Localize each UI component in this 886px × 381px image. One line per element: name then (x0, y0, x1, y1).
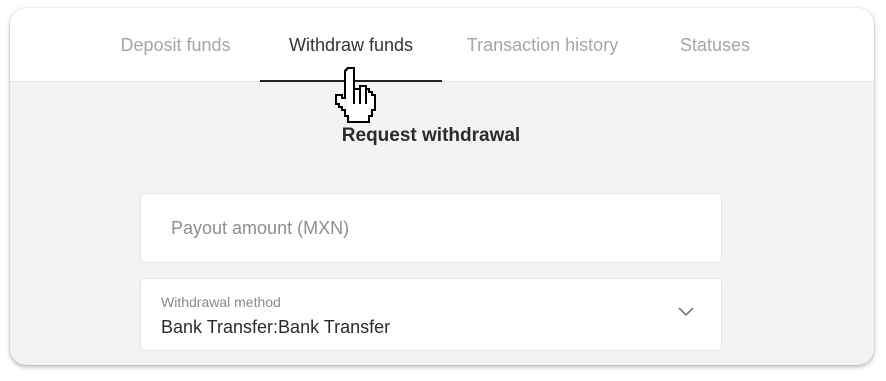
withdrawal-method-select[interactable]: Withdrawal method Bank Transfer:Bank Tra… (140, 278, 722, 351)
withdrawal-panel: Deposit funds Withdraw funds Transaction… (10, 8, 874, 365)
chevron-down-icon[interactable] (677, 305, 695, 317)
tab-bar: Deposit funds Withdraw funds Transaction… (10, 8, 874, 82)
tab-deposit-funds[interactable]: Deposit funds (102, 8, 249, 82)
tab-statuses[interactable]: Statuses (671, 8, 759, 82)
tab-withdraw-funds[interactable]: Withdraw funds (270, 8, 432, 82)
withdrawal-method-value: Bank Transfer:Bank Transfer (161, 317, 391, 337)
page-title: Request withdrawal (341, 125, 521, 146)
tab-transaction-history[interactable]: Transaction history (462, 8, 623, 82)
active-tab-indicator (260, 80, 442, 82)
payout-amount-input[interactable] (141, 194, 721, 262)
payout-amount-field[interactable] (140, 193, 722, 263)
withdrawal-method-label: Withdrawal method (161, 294, 281, 310)
